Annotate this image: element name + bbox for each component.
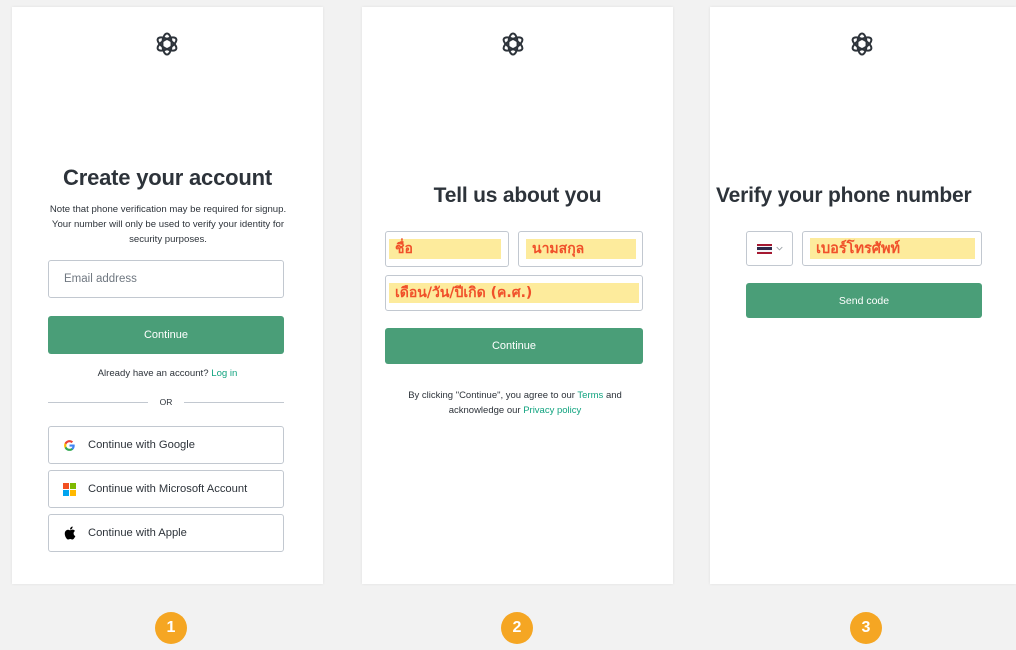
divider-line	[184, 402, 284, 403]
openai-logo-icon	[851, 32, 873, 56]
birthday-label: เดือน/วัน/ปีเกิด (ค.ศ.)	[389, 283, 639, 303]
last-name-field[interactable]: นามสกุล	[518, 231, 643, 267]
google-label: Continue with Google	[88, 439, 195, 451]
page-title: Verify your phone number	[716, 184, 972, 207]
login-prompt: Already have an account? Log in	[12, 368, 323, 379]
terms-link[interactable]: Terms	[577, 390, 603, 401]
first-name-label: ชื่อ	[389, 239, 501, 259]
microsoft-login-button[interactable]: Continue with Microsoft Account	[48, 470, 284, 508]
already-text: Already have an account?	[97, 368, 209, 379]
phone-number-field[interactable]: เบอร์โทรศัพท์	[802, 231, 982, 266]
thailand-flag-icon	[756, 243, 772, 254]
verify-phone-panel: Verify your phone number เบอร์โทรศัพท์ S…	[710, 7, 1016, 584]
apple-icon	[62, 526, 76, 540]
apple-label: Continue with Apple	[88, 527, 187, 539]
microsoft-icon	[62, 482, 76, 496]
microsoft-label: Continue with Microsoft Account	[88, 483, 248, 495]
step-badge: 1	[155, 612, 187, 644]
terms-prefix: By clicking "Continue", you agree to our	[408, 390, 575, 401]
phone-number-label: เบอร์โทรศัพท์	[810, 238, 975, 259]
send-code-button[interactable]: Send code	[746, 283, 982, 318]
about-you-panel: Tell us about you ชื่อ นามสกุล เดือน/วัน…	[362, 7, 673, 584]
page-title: Create your account	[63, 165, 272, 190]
email-input[interactable]	[48, 260, 284, 298]
continue-button[interactable]: Continue	[385, 328, 643, 364]
verification-note: Note that phone verification may be requ…	[49, 204, 287, 245]
chevron-down-icon	[775, 246, 783, 251]
google-login-button[interactable]: Continue with Google	[48, 426, 284, 464]
birthday-field[interactable]: เดือน/วัน/ปีเกิด (ค.ศ.)	[385, 275, 643, 311]
country-code-select[interactable]	[746, 231, 793, 266]
or-divider: OR	[48, 396, 284, 408]
continue-button[interactable]: Continue	[48, 316, 284, 354]
step-badge: 2	[501, 612, 533, 644]
terms-notice: By clicking "Continue", you agree to our…	[386, 388, 644, 418]
openai-logo-icon	[156, 32, 178, 56]
step-badge: 3	[850, 612, 882, 644]
google-icon	[62, 438, 76, 452]
apple-login-button[interactable]: Continue with Apple	[48, 514, 284, 552]
openai-logo-icon	[502, 32, 524, 56]
first-name-field[interactable]: ชื่อ	[385, 231, 509, 267]
create-account-panel: Create your account Note that phone veri…	[12, 7, 323, 584]
last-name-label: นามสกุล	[526, 239, 636, 259]
page-title: Tell us about you	[433, 184, 602, 207]
privacy-policy-link[interactable]: Privacy policy	[523, 405, 581, 416]
login-link[interactable]: Log in	[211, 368, 237, 379]
